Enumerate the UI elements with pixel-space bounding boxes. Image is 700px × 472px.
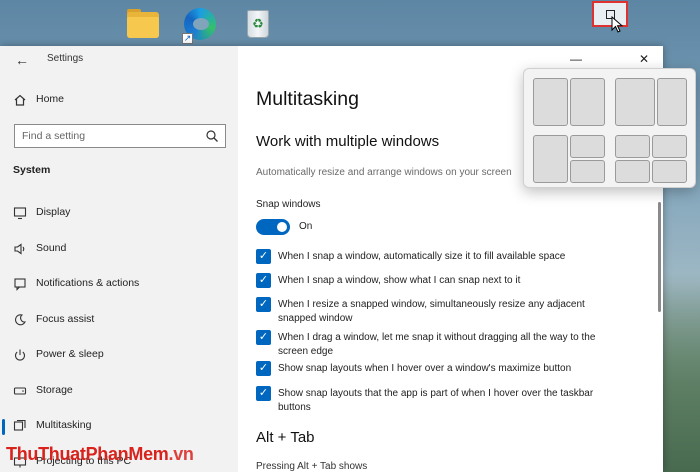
sidebar-item-sound[interactable]: Sound: [0, 234, 238, 264]
scrollbar[interactable]: [658, 202, 661, 312]
window-title: Settings: [47, 53, 84, 64]
snap-zone[interactable]: [570, 160, 605, 183]
snap-layouts-flyout: [523, 68, 696, 188]
edge-browser-icon[interactable]: ↗: [182, 6, 218, 44]
checkmark-icon: ✓: [258, 274, 269, 286]
minimize-icon: —: [570, 52, 582, 66]
page-title: Multitasking: [256, 88, 359, 110]
checkbox[interactable]: ✓: [256, 297, 271, 312]
snap-zone[interactable]: [570, 135, 605, 158]
search-icon[interactable]: [205, 129, 219, 143]
snap-zone[interactable]: [615, 135, 650, 158]
search-input[interactable]: [15, 125, 201, 147]
home-icon: [13, 93, 27, 107]
checkmark-icon: ✓: [258, 250, 269, 262]
checkbox[interactable]: ✓: [256, 386, 271, 401]
moon-icon: [13, 313, 27, 327]
snap-zone[interactable]: [652, 160, 687, 183]
snap-zone[interactable]: [615, 160, 650, 183]
sidebar-item-focus-assist[interactable]: Focus assist: [0, 305, 238, 335]
power-icon: [13, 348, 27, 362]
alt-tab-title: Alt + Tab: [256, 429, 315, 446]
checkmark-icon: ✓: [258, 387, 269, 399]
checkmark-icon: ✓: [258, 362, 269, 374]
mouse-cursor-icon: [611, 15, 625, 34]
monitor-icon: [13, 206, 27, 220]
checkbox[interactable]: ✓: [256, 330, 271, 345]
snap-layout-one-plus-two[interactable]: [533, 135, 607, 183]
toggle-knob: [277, 222, 287, 232]
snap-layout-half-half[interactable]: [533, 78, 607, 126]
sidebar-item-storage[interactable]: Storage: [0, 376, 238, 406]
snap-zone[interactable]: [570, 78, 605, 126]
checkmark-icon: ✓: [258, 298, 269, 310]
snap-layout-quadrants[interactable]: [615, 135, 689, 183]
section-label-system: System: [13, 164, 51, 176]
back-arrow-icon: ←: [15, 52, 29, 68]
section-description: Automatically resize and arrange windows…: [256, 167, 512, 178]
snap-zone[interactable]: [533, 135, 568, 183]
snap-zone[interactable]: [615, 78, 655, 126]
shortcut-arrow-icon: ↗: [182, 33, 193, 44]
snap-windows-label: Snap windows: [256, 199, 321, 210]
sidebar-item-display[interactable]: Display: [0, 198, 238, 228]
checkmark-icon: ✓: [258, 331, 269, 343]
snap-windows-toggle[interactable]: [256, 219, 290, 235]
section-title: Work with multiple windows: [256, 133, 440, 150]
checkbox[interactable]: ✓: [256, 273, 271, 288]
watermark-logo: ThuThuatPhanMem.vn: [6, 444, 194, 464]
multitasking-icon: [13, 419, 27, 433]
speaker-icon: [13, 242, 27, 256]
snap-zone[interactable]: [657, 78, 687, 126]
sidebar-item-power-sleep[interactable]: Power & sleep: [0, 340, 238, 370]
back-button[interactable]: ←: [12, 50, 32, 70]
close-icon: ✕: [638, 52, 650, 66]
checkbox[interactable]: ✓: [256, 249, 271, 264]
snap-zone[interactable]: [533, 78, 568, 126]
snap-zone[interactable]: [652, 135, 687, 158]
folder-icon[interactable]: [125, 6, 161, 42]
search-field[interactable]: [14, 124, 226, 148]
alt-tab-description: Pressing Alt + Tab shows: [256, 461, 368, 472]
drive-icon: [13, 384, 27, 398]
sidebar-item-notifications[interactable]: Notifications & actions: [0, 269, 238, 299]
sidebar-item-home[interactable]: Home: [0, 85, 238, 115]
checkbox[interactable]: ✓: [256, 361, 271, 376]
sidebar-item-multitasking[interactable]: Multitasking: [0, 411, 238, 441]
sidebar: ← Settings Home System Display: [0, 46, 238, 472]
snap-layout-two-thirds[interactable]: [615, 78, 689, 126]
notification-icon: [13, 277, 27, 291]
recycle-bin-icon[interactable]: ♻: [240, 6, 276, 42]
toggle-state-label: On: [299, 221, 313, 232]
